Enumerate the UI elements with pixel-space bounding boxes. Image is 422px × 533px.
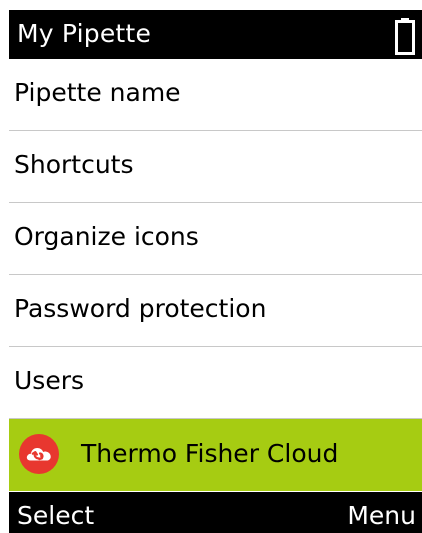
menu-item-label: Pipette name bbox=[14, 78, 181, 107]
menu-item-label: Shortcuts bbox=[14, 150, 134, 179]
menu-item-label: Users bbox=[14, 366, 85, 395]
title-bar: My Pipette bbox=[9, 10, 422, 59]
pipette-screen: My Pipette Pipette name Shortcuts Organi… bbox=[9, 10, 422, 533]
menu-item-password-protection[interactable]: Password protection bbox=[9, 275, 422, 347]
cloud-icon bbox=[18, 433, 60, 475]
menu-item-label: Password protection bbox=[14, 294, 267, 323]
battery-icon bbox=[395, 17, 415, 55]
settings-menu: Pipette name Shortcuts Organize icons Pa… bbox=[9, 59, 422, 492]
menu-item-label: Thermo Fisher Cloud bbox=[81, 439, 339, 468]
menu-item-organize-icons[interactable]: Organize icons bbox=[9, 203, 422, 275]
menu-item-pipette-name[interactable]: Pipette name bbox=[9, 59, 422, 131]
menu-softkey[interactable]: Menu bbox=[347, 501, 416, 531]
menu-item-thermo-fisher-cloud[interactable]: Thermo Fisher Cloud bbox=[9, 419, 422, 491]
menu-item-shortcuts[interactable]: Shortcuts bbox=[9, 131, 422, 203]
softkey-bar: Select Menu bbox=[9, 492, 422, 533]
menu-item-users[interactable]: Users bbox=[9, 347, 422, 419]
select-softkey[interactable]: Select bbox=[17, 501, 94, 531]
menu-item-label: Organize icons bbox=[14, 222, 199, 251]
page-title: My Pipette bbox=[17, 19, 152, 48]
